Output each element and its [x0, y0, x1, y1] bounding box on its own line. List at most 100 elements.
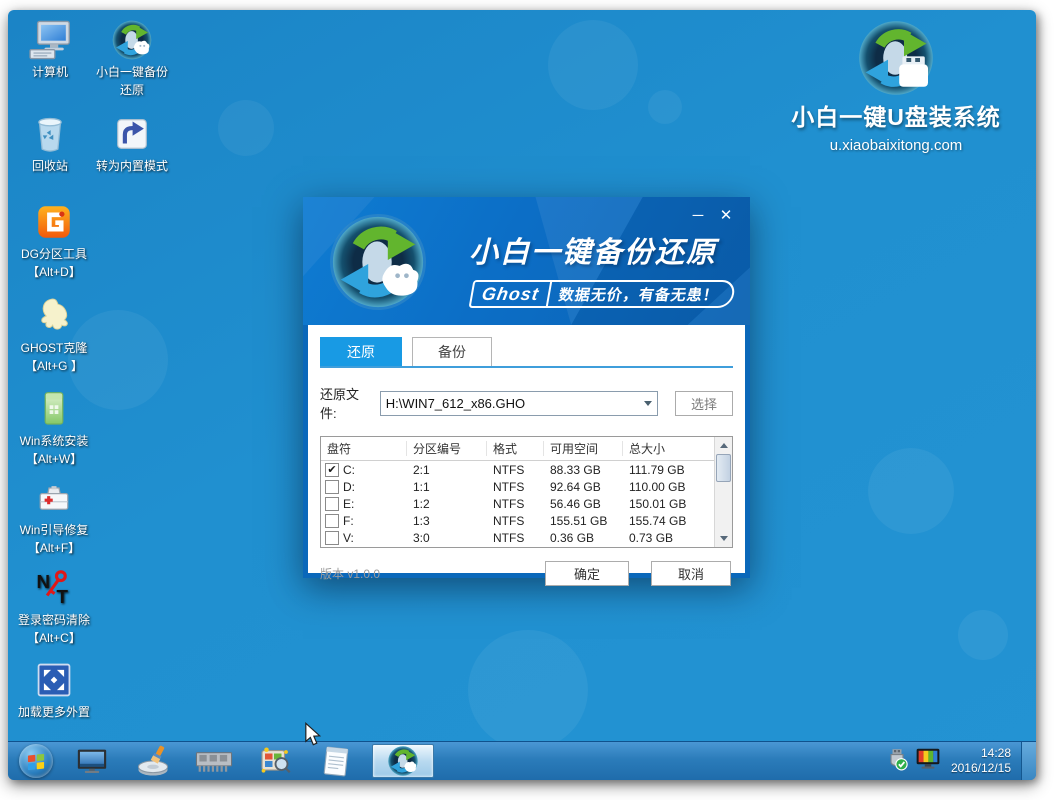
tab-backup[interactable]: 备份 [412, 337, 492, 366]
desktop-icon-ghost-clone[interactable]: GHOST克隆 【Alt+G 】 [8, 294, 100, 374]
taskbar: 14:28 2016/12/15 [8, 741, 1036, 780]
cell-free: 56.46 GB [544, 497, 623, 511]
cell-partition: 3:0 [407, 531, 487, 545]
desktop-icon-label: 加载更多外置 [18, 705, 90, 720]
system-tray: 14:28 2016/12/15 [885, 742, 1036, 780]
desktop-icon-password-clear[interactable]: N T 登录密码清除 【Alt+C】 [8, 566, 100, 646]
bubble-decoration [648, 90, 682, 124]
show-desktop-button[interactable] [1021, 742, 1036, 780]
start-button[interactable] [19, 744, 53, 778]
cell-free: 88.33 GB [544, 463, 623, 477]
cell-drive: V: [343, 531, 354, 545]
brand-logo-block: 小白一键U盘装系统 u.xiaobaixitong.com [776, 18, 1016, 154]
cell-drive: F: [343, 514, 354, 528]
backup-restore-icon [110, 18, 154, 62]
row-checkbox[interactable]: ✔ [325, 463, 339, 477]
scroll-up-icon[interactable] [720, 443, 728, 448]
vertical-scrollbar[interactable] [714, 437, 732, 547]
display-tray-icon[interactable] [915, 747, 941, 775]
desktop-icon-label: Win系统安装 [20, 434, 89, 449]
cell-drive: D: [343, 480, 355, 494]
cell-drive: E: [343, 497, 354, 511]
select-file-button[interactable]: 选择 [675, 391, 733, 416]
cell-partition: 1:3 [407, 514, 487, 528]
row-checkbox[interactable] [325, 514, 339, 528]
window-controls: ─ ✕ [684, 203, 740, 227]
row-checkbox[interactable] [325, 497, 339, 511]
cell-format: NTFS [487, 531, 544, 545]
usb-tray-icon[interactable] [885, 747, 909, 776]
desktop-icon-label: 【Alt+G 】 [25, 359, 83, 374]
bubble-decoration [468, 630, 588, 750]
toolbox-icon [32, 476, 76, 520]
cell-format: NTFS [487, 497, 544, 511]
dialog-title: 小白一键备份还原 [469, 229, 717, 271]
taskbar-disk-cleanup-icon[interactable] [131, 744, 175, 778]
expand-arrows-icon [32, 658, 76, 702]
desktop-icon-internal-mode[interactable]: 转为内置模式 [84, 112, 180, 174]
cell-partition: 2:1 [407, 463, 487, 477]
cell-partition: 1:1 [407, 480, 487, 494]
chevron-down-icon[interactable] [644, 401, 652, 406]
restore-file-label: 还原文件: [320, 384, 374, 422]
cell-free: 0.36 GB [544, 531, 623, 545]
dialog-content: 还原 备份 还原文件: H:\WIN7_612_x86.GHO 选择 盘符 分区… [308, 325, 745, 573]
cell-format: NTFS [487, 480, 544, 494]
desktop-icon-label: 转为内置模式 [96, 159, 168, 174]
cancel-button[interactable]: 取消 [651, 561, 731, 586]
col-header-drive[interactable]: 盘符 [321, 441, 407, 456]
row-checkbox[interactable] [325, 480, 339, 494]
desktop-icon-win-install[interactable]: Win系统安装 【Alt+W】 [8, 387, 100, 467]
table-row[interactable]: ✔C: 2:1 NTFS 88.33 GB 111.79 GB [321, 461, 732, 478]
dialog-banner: 小白一键备份还原 Ghost 数据无价，有备无患！ ─ ✕ [303, 197, 750, 325]
table-row[interactable]: V: 3:0 NTFS 0.36 GB 0.73 GB [321, 529, 732, 546]
ghost-badge-label: Ghost [471, 282, 552, 306]
desktop-icon-label: 小白一键备份 [96, 65, 168, 80]
clock-time: 14:28 [951, 746, 1011, 761]
restore-file-combobox[interactable]: H:\WIN7_612_x86.GHO [380, 391, 658, 416]
desktop-background[interactable]: 计算机 小白一键备份 还原 回收站 [8, 10, 1036, 780]
cell-free: 92.64 GB [544, 480, 623, 494]
taskbar-display-icon[interactable] [70, 744, 114, 778]
brand-title: 小白一键U盘装系统 [776, 98, 1016, 132]
ghost-badge: Ghost 数据无价，有备无患！ [469, 280, 737, 308]
restore-file-row: 还原文件: H:\WIN7_612_x86.GHO 选择 [320, 384, 733, 422]
taskbar-display-tweak-icon[interactable] [253, 744, 297, 778]
desktop-icon-label: 还原 [120, 83, 144, 98]
close-button[interactable]: ✕ [712, 203, 740, 227]
cell-drive: C: [343, 463, 355, 477]
desktop-icon-label: Win引导修复 [20, 523, 89, 538]
desktop-icon-label: 回收站 [32, 159, 68, 174]
minimize-button[interactable]: ─ [684, 203, 712, 227]
col-header-partition[interactable]: 分区编号 [407, 441, 487, 456]
table-row[interactable]: D: 1:1 NTFS 92.64 GB 110.00 GB [321, 478, 732, 495]
desktop-icon-recycle-bin[interactable]: 回收站 [8, 112, 92, 174]
bubble-decoration [868, 448, 954, 534]
desktop-icon-boot-repair[interactable]: Win引导修复 【Alt+F】 [8, 476, 100, 556]
desktop-icon-label: 【Alt+F】 [28, 541, 80, 556]
taskbar-clock[interactable]: 14:28 2016/12/15 [951, 746, 1011, 776]
table-row[interactable]: E: 1:2 NTFS 56.46 GB 150.01 GB [321, 495, 732, 512]
taskbar-notepad-icon[interactable] [314, 744, 358, 778]
desktop-icon-label: 【Alt+W】 [26, 452, 82, 467]
desktop-icon-dg-partition[interactable]: DG分区工具 【Alt+D】 [8, 200, 100, 280]
desktop-icon-label: 【Alt+D】 [27, 265, 81, 280]
taskbar-memory-icon[interactable] [192, 744, 236, 778]
col-header-free[interactable]: 可用空间 [544, 441, 623, 456]
scroll-down-icon[interactable] [720, 536, 728, 541]
table-row[interactable]: F: 1:3 NTFS 155.51 GB 155.74 GB [321, 512, 732, 529]
tab-restore[interactable]: 还原 [320, 337, 402, 366]
ok-button[interactable]: 确定 [545, 561, 629, 586]
cell-free: 155.51 GB [544, 514, 623, 528]
desktop-icon-computer[interactable]: 计算机 [8, 18, 92, 80]
col-header-format[interactable]: 格式 [487, 441, 544, 456]
ghost-badge-slogan: 数据无价，有备无患！ [548, 284, 721, 305]
desktop-icon-load-more[interactable]: 加载更多外置 [8, 658, 100, 720]
desktop-icon-xiaobai-backup[interactable]: 小白一键备份 还原 [84, 18, 180, 98]
scrollbar-thumb[interactable] [716, 454, 731, 482]
svg-text:T: T [57, 586, 69, 607]
taskbar-xiaobai-backup-active[interactable] [372, 744, 434, 778]
desktop-icon-label: DG分区工具 [21, 247, 87, 262]
row-checkbox[interactable] [325, 531, 339, 545]
computer-icon [28, 18, 72, 62]
